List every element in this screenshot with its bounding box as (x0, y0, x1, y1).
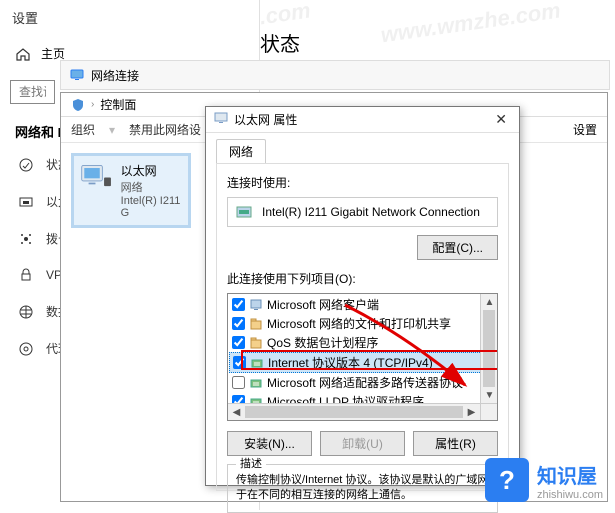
tab-network[interactable]: 网络 (216, 139, 266, 163)
description-legend: 描述 (236, 457, 266, 472)
scroll-thumb[interactable] (245, 406, 463, 418)
description-text: 传输控制协议/Internet 协议。该协议是默认的广域网于在不同的相互连接的网… (236, 474, 488, 501)
scroll-up-icon[interactable]: ▲ (481, 294, 498, 310)
disable-device-link[interactable]: 禁用此网络设 (129, 121, 201, 138)
settings-title: 设置 (0, 0, 259, 35)
breadcrumb-item[interactable]: 控制面 (100, 96, 136, 113)
adapter-icon (236, 204, 256, 220)
list-item[interactable]: QoS 数据包计划程序 (229, 333, 496, 352)
dialog-title: 以太网 属性 (234, 111, 297, 128)
tab-panel: 连接时使用: Intel(R) I211 Gigabit Network Con… (216, 163, 509, 491)
item-checkbox[interactable] (233, 356, 246, 369)
description-group: 描述 传输控制协议/Internet 协议。该协议是默认的广域网于在不同的相互连… (227, 464, 498, 513)
scroll-corner (480, 403, 497, 420)
item-checkbox[interactable] (232, 376, 245, 389)
close-button[interactable]: ✕ (489, 111, 513, 128)
list-item[interactable]: Internet 协议版本 4 (TCP/IPv4) (229, 352, 496, 373)
status-header: 状态 (260, 28, 300, 57)
scroll-left-icon[interactable]: ◀ (228, 404, 245, 420)
item-label: QoS 数据包计划程序 (267, 334, 378, 351)
horizontal-scrollbar[interactable]: ◀ ▶ (228, 403, 480, 420)
dialog-titlebar: 以太网 属性 ✕ (206, 107, 519, 133)
list-item[interactable]: Microsoft 网络客户端 (229, 295, 496, 314)
configure-button[interactable]: 配置(C)... (417, 235, 498, 260)
set-link[interactable]: 设置 (573, 121, 597, 138)
shield-icon (71, 98, 85, 112)
ethernet-device-icon (80, 162, 113, 194)
logo-text-cn: 知识屋 (537, 460, 603, 489)
network-icon (214, 111, 228, 128)
ethernet-icon (18, 194, 34, 210)
settings-search-input[interactable] (10, 80, 55, 104)
network-strip: 网络连接 (60, 60, 610, 90)
item-label: Microsoft 网络适配器多路传送器协议 (267, 374, 463, 391)
dialup-icon (18, 231, 34, 247)
data-icon (18, 304, 34, 320)
item-checkbox[interactable] (232, 317, 245, 330)
device-adapter: Intel(R) I211 G (121, 195, 182, 219)
item-checkbox[interactable] (232, 298, 245, 311)
item-checkbox[interactable] (232, 336, 245, 349)
home-icon (15, 46, 31, 62)
item-label: Microsoft 网络的文件和打印机共享 (267, 315, 451, 332)
list-item[interactable]: Microsoft 网络适配器多路传送器协议 (229, 373, 496, 392)
install-button[interactable]: 安装(N)... (227, 431, 312, 456)
logo-icon: ? (485, 458, 529, 502)
watermark: www.wmzhe.com (379, 0, 562, 48)
zhishiwu-logo: ? 知识屋 zhishiwu.com (485, 458, 603, 502)
network-strip-label: 网络连接 (91, 67, 139, 84)
device-name: 以太网 (121, 162, 182, 179)
proxy-icon (18, 341, 34, 357)
service-icon (249, 336, 263, 350)
device-net: 网络 (121, 179, 182, 195)
network-icon (69, 67, 85, 83)
scroll-right-icon[interactable]: ▶ (463, 404, 480, 420)
scroll-thumb[interactable] (483, 310, 495, 387)
items-label: 此连接使用下列项目(O): (227, 270, 498, 287)
protocol-icon (250, 356, 264, 370)
adapter-name: Intel(R) I211 Gigabit Network Connection (262, 205, 480, 219)
components-listbox[interactable]: Microsoft 网络客户端 Microsoft 网络的文件和打印机共享 QoS … (227, 293, 498, 421)
scroll-down-icon[interactable]: ▼ (481, 387, 498, 403)
ethernet-device[interactable]: 以太网 网络 Intel(R) I211 G (71, 153, 191, 228)
client-icon (249, 298, 263, 312)
logo-url: zhishiwu.com (537, 489, 603, 501)
protocol-icon (249, 376, 263, 390)
item-label: Microsoft 网络客户端 (267, 296, 379, 313)
tab-strip: 网络 (206, 133, 519, 163)
list-item[interactable]: Microsoft 网络的文件和打印机共享 (229, 314, 496, 333)
status-icon (18, 157, 34, 173)
organize-menu[interactable]: 组织 (71, 121, 95, 138)
ethernet-properties-dialog: 以太网 属性 ✕ 网络 连接时使用: Intel(R) I211 Gigabit… (205, 106, 520, 486)
item-label: Internet 协议版本 4 (TCP/IPv4) (268, 354, 433, 371)
service-icon (249, 317, 263, 331)
adapter-field: Intel(R) I211 Gigabit Network Connection (227, 197, 498, 227)
chevron-right-icon: › (91, 99, 94, 110)
uninstall-button[interactable]: 卸载(U) (320, 431, 405, 456)
vertical-scrollbar[interactable]: ▲ ▼ (480, 294, 497, 403)
connect-label: 连接时使用: (227, 174, 498, 191)
vpn-icon (18, 267, 34, 283)
properties-button[interactable]: 属性(R) (413, 431, 498, 456)
